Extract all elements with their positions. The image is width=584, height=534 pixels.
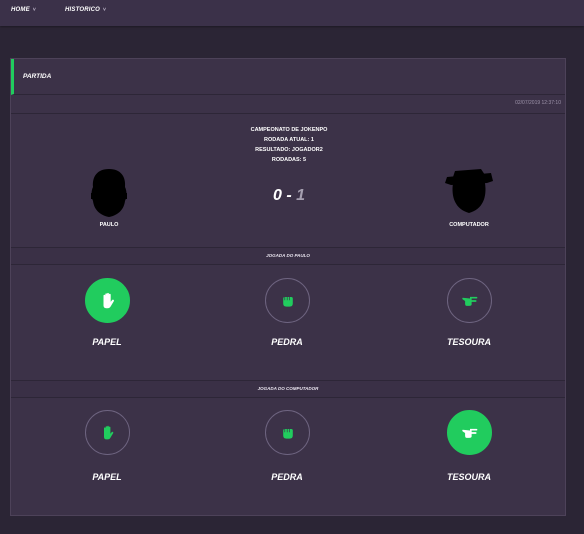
- hand-scissors-icon: [461, 428, 477, 438]
- player-scissors-button[interactable]: [447, 278, 492, 323]
- chevron-down-icon: ˅: [103, 7, 107, 13]
- nav-history[interactable]: HISTORICO ˅: [65, 7, 106, 13]
- player-moves-header: JOGADA DO PAULO: [11, 247, 565, 265]
- match-result: RESULTADO: JOGADOR2: [255, 147, 323, 153]
- computer-scissors-label: TESOURA: [446, 472, 491, 482]
- player-paper-button[interactable]: [85, 278, 130, 323]
- hand-rock-icon: [282, 296, 293, 307]
- card-header: PARTIDA: [11, 59, 565, 95]
- championship-name: CAMPEONATO DE JOKENPO: [250, 127, 328, 133]
- computer-score: 1: [296, 187, 306, 204]
- scoreboard: 0 - 1: [249, 187, 329, 205]
- computer-paper-label: PAPEL: [92, 472, 122, 482]
- computer-moves-header: JOGADA DO COMPUTADOR: [11, 380, 565, 398]
- nav-home[interactable]: HOME ˅: [11, 7, 36, 13]
- player-scissors-label: TESOURA: [446, 337, 491, 347]
- computer-name: COMPUTADOR: [449, 222, 489, 228]
- player-rock-label: PEDRA: [271, 337, 303, 347]
- match-card: PARTIDA 02/07/2019 12:37:10 CAMPEONATO D…: [10, 58, 566, 516]
- hand-rock-icon: [282, 428, 293, 439]
- player-avatar-icon: [91, 169, 127, 217]
- hand-paper-icon: [103, 425, 113, 439]
- match-info: CAMPEONATO DE JOKENPO RODADA ATUAL: 1 RE…: [211, 125, 367, 165]
- total-rounds: RODADAS: 5: [271, 157, 307, 163]
- chevron-down-icon: ˅: [32, 7, 36, 13]
- player-name: PAULO: [99, 222, 119, 228]
- score-separator: -: [286, 187, 292, 204]
- player-score: 0: [272, 187, 282, 204]
- computer-rock-button[interactable]: [265, 410, 310, 455]
- player-moves-title: JOGADA DO PAULO: [266, 253, 310, 258]
- current-round: RODADA ATUAL: 1: [264, 137, 314, 143]
- match-timestamp: 02/07/2019 12:37:10: [515, 100, 561, 106]
- nav-history-label: HISTORICO: [65, 7, 101, 13]
- computer-scissors-button[interactable]: [447, 410, 492, 455]
- top-navbar: HOME ˅ HISTORICO ˅: [0, 0, 584, 26]
- hand-paper-icon: [103, 292, 114, 308]
- card-title: PARTIDA: [23, 73, 52, 80]
- divider: [11, 113, 565, 114]
- computer-paper-button[interactable]: [85, 410, 130, 455]
- computer-avatar-icon: [445, 169, 493, 213]
- nav-home-label: HOME: [11, 7, 30, 13]
- player-rock-button[interactable]: [265, 278, 310, 323]
- computer-rock-label: PEDRA: [271, 472, 303, 482]
- hand-scissors-icon: [461, 296, 477, 306]
- computer-moves-title: JOGADA DO COMPUTADOR: [257, 386, 319, 391]
- player-paper-label: PAPEL: [92, 337, 122, 347]
